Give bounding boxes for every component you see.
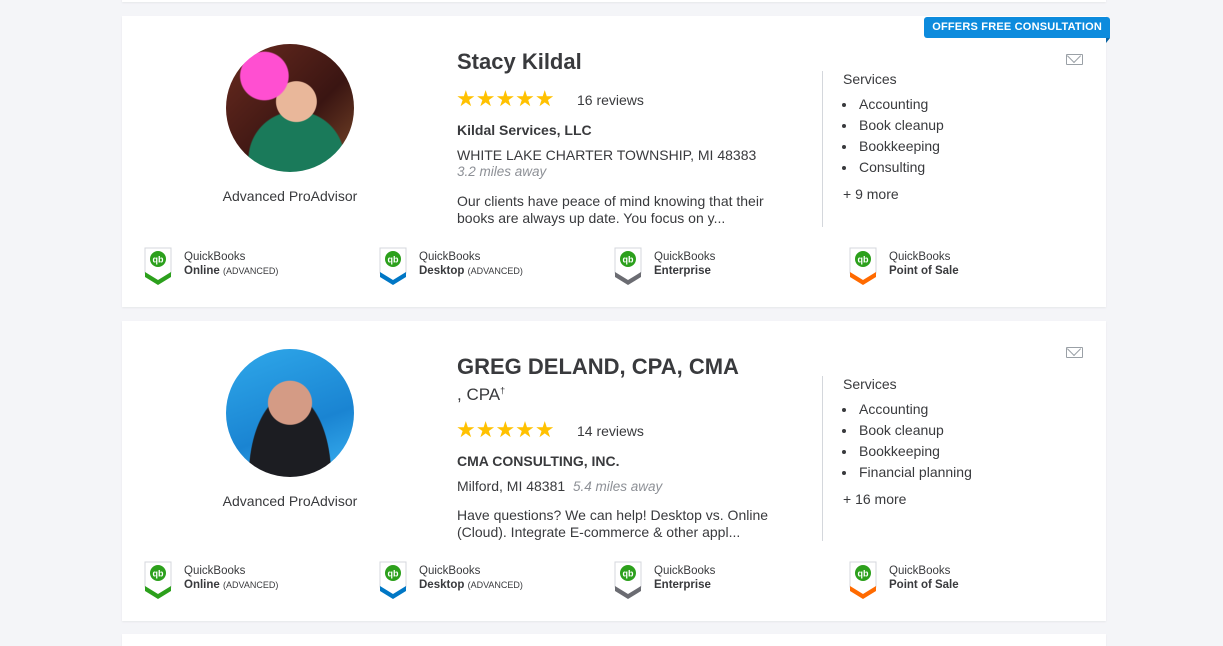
proadvisor-level: Advanced ProAdvisor [222, 493, 358, 509]
cert-brand: QuickBooks [419, 565, 481, 577]
cert-brand: QuickBooks [654, 565, 716, 577]
service-item: Financial planning [857, 462, 972, 483]
service-item: Accounting [857, 94, 944, 115]
service-item: Consulting [857, 157, 944, 178]
svg-text:qb: qb [153, 569, 164, 579]
cert-product: Enterprise [654, 265, 711, 277]
quickbooks-certification-icon: qb [144, 247, 172, 285]
firm-name: CMA CONSULTING, INC. [457, 453, 620, 469]
previous-listing-card [122, 0, 1106, 2]
quickbooks-certification-icon: qb [144, 561, 172, 599]
proadvisor-level: Advanced ProAdvisor [222, 188, 358, 204]
advisor-name[interactable]: Stacy Kildal [457, 49, 582, 75]
free-consultation-badge: OFFERS FREE CONSULTATION [924, 17, 1110, 43]
next-listing-card [122, 634, 1106, 646]
service-item: Bookkeeping [857, 136, 944, 157]
credentials-mark: † [500, 385, 506, 396]
svg-text:qb: qb [388, 569, 399, 579]
avatar[interactable] [226, 349, 354, 477]
cert-product: Desktop [419, 265, 465, 277]
more-services-link[interactable]: + 9 more [843, 186, 899, 202]
address-line: Milford, MI 48381 5.4 miles away [457, 478, 662, 494]
cert-brand: QuickBooks [184, 565, 246, 577]
cert-brand: QuickBooks [419, 251, 481, 263]
services-title: Services [843, 71, 897, 87]
cert-brand: QuickBooks [184, 251, 246, 263]
services-list: Accounting Book cleanup Bookkeeping Cons… [843, 94, 944, 178]
cert-brand: QuickBooks [889, 565, 951, 577]
firm-name: Kildal Services, LLC [457, 122, 592, 138]
cert-level: (ADVANCED) [467, 266, 523, 276]
mail-icon[interactable] [1066, 54, 1083, 65]
cert-level: (ADVANCED) [222, 266, 279, 276]
cert-brand: QuickBooks [654, 251, 716, 263]
star-rating: ★★★★★ [456, 86, 555, 111]
svg-text:qb: qb [623, 569, 634, 579]
description: Our clients have peace of mind knowing t… [457, 193, 764, 226]
description: Have questions? We can help! Desktop vs.… [457, 507, 769, 540]
cert-product: Online [184, 579, 220, 591]
cert-product: Desktop [419, 579, 465, 591]
reviews-link[interactable]: 16 reviews [577, 92, 644, 108]
cert-product: Point of Sale [889, 579, 959, 591]
distance: 3.2 miles away [457, 164, 547, 179]
services-title: Services [843, 376, 897, 392]
cert-brand: QuickBooks [889, 251, 951, 263]
advisor-name[interactable]: GREG DELAND, CPA, CMA [457, 354, 739, 380]
quickbooks-certification-icon: qb [849, 247, 877, 285]
svg-text:qb: qb [388, 255, 399, 265]
proadvisor-card[interactable]: OFFERS FREE CONSULTATION Advanced ProAdv… [122, 16, 1110, 307]
star-rating: ★★★★★ [456, 417, 555, 442]
cert-product: Point of Sale [889, 265, 959, 277]
mail-icon[interactable] [1066, 347, 1083, 358]
address: Milford, MI 48381 [457, 478, 566, 494]
more-services-link[interactable]: + 16 more [843, 491, 906, 507]
services-list: Accounting Book cleanup Bookkeeping Fina… [843, 399, 972, 483]
divider [822, 71, 823, 227]
cert-level: (ADVANCED) [467, 580, 523, 590]
svg-text:qb: qb [623, 255, 634, 265]
cert-product: Online [184, 265, 220, 277]
address: WHITE LAKE CHARTER TOWNSHIP, MI 48383 [457, 147, 757, 163]
quickbooks-certification-icon: qb [849, 561, 877, 599]
quickbooks-certification-icon: qb [379, 561, 407, 599]
distance: 5.4 miles away [572, 479, 663, 494]
credentials: , CPA† [457, 385, 505, 405]
avatar[interactable] [226, 44, 354, 172]
credentials-text: , CPA [457, 385, 501, 404]
service-item: Accounting [857, 399, 972, 420]
quickbooks-certification-icon: qb [379, 247, 407, 285]
divider [822, 376, 823, 541]
reviews-link[interactable]: 14 reviews [577, 423, 644, 439]
quickbooks-certification-icon: qb [614, 247, 642, 285]
service-item: Bookkeeping [857, 441, 972, 462]
service-item: Book cleanup [857, 115, 944, 136]
svg-text:qb: qb [858, 569, 869, 579]
svg-text:qb: qb [858, 255, 869, 265]
service-item: Book cleanup [857, 420, 972, 441]
proadvisor-card[interactable]: Advanced ProAdvisor GREG DELAND, CPA, CM… [122, 321, 1106, 621]
cert-level: (ADVANCED) [222, 580, 279, 590]
svg-text:qb: qb [153, 255, 164, 265]
quickbooks-certification-icon: qb [614, 561, 642, 599]
cert-product: Enterprise [654, 579, 711, 591]
